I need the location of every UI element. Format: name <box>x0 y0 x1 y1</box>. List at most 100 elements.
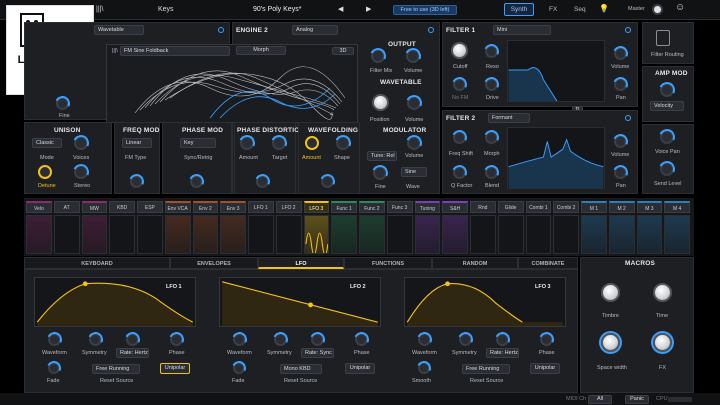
filter1-pan-knob[interactable] <box>610 74 631 95</box>
filter2-power-icon[interactable] <box>625 115 631 121</box>
lfo2-fade-knob[interactable] <box>230 359 248 377</box>
mod-slot-at[interactable]: AT <box>53 201 80 213</box>
blend-knob[interactable] <box>481 162 502 183</box>
lfo2-retrig-dropdown[interactable]: Mono KBD <box>280 364 322 374</box>
wavetable-browser-icon[interactable]: |||\ <box>112 48 118 54</box>
lfo2-polarity-button[interactable]: Unipolar <box>345 363 375 374</box>
mod-slot-rnd[interactable]: Rnd <box>470 201 496 213</box>
engine2-type-dropdown[interactable]: Analog <box>292 25 338 35</box>
tab-seq[interactable]: Seq <box>574 6 586 13</box>
mod-slot-env-2[interactable]: Env 2 <box>192 201 219 213</box>
mod-slot-env-3[interactable]: Env 3 <box>220 201 246 213</box>
detune-knob[interactable] <box>38 165 52 179</box>
mod-slot-m-4[interactable]: M 4 <box>664 201 690 213</box>
lfo3-phase-knob[interactable] <box>536 329 557 350</box>
mod-slot-esp[interactable]: ESP <box>137 201 163 213</box>
filter2-curve[interactable] <box>507 127 605 189</box>
wavefolding-knob[interactable] <box>317 171 338 192</box>
mod-slot-kbd[interactable]: KBD <box>109 201 135 213</box>
tab-envelopes[interactable]: ENVELOPES <box>170 257 258 269</box>
mod-slot-m-2[interactable]: M 2 <box>608 201 635 213</box>
wf-amount-knob[interactable] <box>305 136 319 150</box>
filter2-volume-knob[interactable] <box>610 131 631 152</box>
modulator-volume-knob[interactable] <box>403 132 425 154</box>
lfo1-fade-knob[interactable] <box>45 359 63 377</box>
lfo1-phase-knob[interactable] <box>166 329 187 350</box>
mod-slot-velo[interactable]: Velo <box>26 201 52 213</box>
lfo1-polarity-button[interactable]: Unipolar <box>160 363 190 374</box>
mod-slot-env-vca[interactable]: Env VCA <box>164 201 191 213</box>
midi-channel-dropdown[interactable]: All <box>588 395 612 404</box>
lfo2-rate-knob[interactable] <box>307 329 328 350</box>
tab-lfo[interactable]: LFO <box>258 257 344 269</box>
wavetable-volume-knob[interactable] <box>403 92 425 114</box>
lfo3-symmetry-knob[interactable] <box>455 329 476 350</box>
lfo3-retrig-dropdown[interactable]: Free Running <box>462 364 510 374</box>
macro-time-knob[interactable] <box>653 283 672 302</box>
sync-retrig-dropdown[interactable]: Key <box>180 138 216 148</box>
preset-name[interactable]: 90's Poly Keys* <box>253 6 301 13</box>
filter1-type-dropdown[interactable]: Mini <box>493 25 551 35</box>
mod-slot-s-h[interactable]: S&H <box>442 201 468 213</box>
lfo1-waveform-knob[interactable] <box>44 329 65 350</box>
save-banner[interactable]: Free to use (3D left) <box>393 5 457 15</box>
lightbulb-icon[interactable]: 💡 <box>599 4 609 13</box>
voices-knob[interactable] <box>70 132 92 154</box>
pd-knob[interactable] <box>252 171 273 192</box>
lfo1-symmetry-knob[interactable] <box>85 329 106 350</box>
mod-slot-glide[interactable]: Glide <box>497 201 524 213</box>
stereo-knob[interactable] <box>70 161 92 183</box>
lfo3-waveform-knob[interactable] <box>414 329 435 350</box>
nofm-knob[interactable] <box>449 74 470 95</box>
mod-slot-func-3[interactable]: Func 3 <box>386 201 413 213</box>
modulator-fine-knob[interactable] <box>369 162 391 184</box>
drive-knob[interactable] <box>481 74 502 95</box>
engine1-type-dropdown[interactable]: Wavetable <box>94 25 144 35</box>
lfo2-symmetry-knob[interactable] <box>270 329 291 350</box>
modulator-mode-dropdown[interactable]: Tune: Rel <box>367 151 397 161</box>
engine1-fine-knob[interactable] <box>52 93 73 114</box>
q-factor-knob[interactable] <box>449 162 470 183</box>
phase-mod-knob[interactable] <box>186 171 207 192</box>
mod-slot-lfo-3[interactable]: LFO 3 <box>303 201 330 213</box>
lfo3-polarity-button[interactable]: Unipolar <box>530 363 560 374</box>
browser-icon[interactable]: |||\ <box>96 6 103 13</box>
lfo1-rate-dropdown[interactable]: Rate: Hertz <box>116 348 149 358</box>
mod-slot-tuning[interactable]: Tuning <box>414 201 441 213</box>
mod-slot-mw[interactable]: MW <box>81 201 108 213</box>
lfo3-fade-knob[interactable] <box>415 359 433 377</box>
tab-fx[interactable]: FX <box>549 6 557 13</box>
settings-icon[interactable]: ☺ <box>675 2 685 13</box>
tab-combinate[interactable]: COMBINATE <box>518 257 578 269</box>
tab-functions[interactable]: FUNCTIONS <box>344 257 432 269</box>
lfo1-retrig-dropdown[interactable]: Free Running <box>92 364 140 374</box>
panic-button[interactable]: Panic <box>625 395 649 404</box>
mod-slot-m-3[interactable]: M 3 <box>636 201 663 213</box>
reso-knob[interactable] <box>481 41 502 62</box>
filter1-volume-knob[interactable] <box>610 43 631 64</box>
prev-preset-icon[interactable]: ◀ <box>338 5 343 13</box>
fm-type-dropdown[interactable]: Linear <box>122 138 152 148</box>
preset-type[interactable]: Keys <box>158 6 174 13</box>
filter-mix-knob[interactable] <box>367 45 389 67</box>
mod-slot-func-2[interactable]: Func 2 <box>359 201 385 213</box>
send-level-knob[interactable] <box>656 158 678 180</box>
morph-knob[interactable] <box>481 127 502 148</box>
freq-mod-knob[interactable] <box>126 171 147 192</box>
mod-slot-m-1[interactable]: M 1 <box>581 201 607 213</box>
filter-routing-icon[interactable] <box>656 30 670 46</box>
modulator-wave-dropdown[interactable]: Sine <box>401 167 427 177</box>
wavetable-name-dropdown[interactable]: FM Sine Foldback <box>120 46 230 56</box>
macro-timbre-knob[interactable] <box>601 283 620 302</box>
freq-shift-knob[interactable] <box>449 127 470 148</box>
filter1-power-icon[interactable] <box>625 27 631 33</box>
lfo2-phase-knob[interactable] <box>351 329 372 350</box>
cutoff-knob[interactable] <box>451 42 468 59</box>
pd-amount-knob[interactable] <box>236 132 258 154</box>
mod-slot-combi-2[interactable]: Combi 2 <box>553 201 579 213</box>
morph-button[interactable]: Morph <box>236 46 286 55</box>
unison-mode-dropdown[interactable]: Classic <box>32 138 62 148</box>
pd-target-knob[interactable] <box>268 132 290 154</box>
filter2-type-dropdown[interactable]: Formant <box>488 113 530 123</box>
tab-synth[interactable]: Synth <box>504 3 534 16</box>
